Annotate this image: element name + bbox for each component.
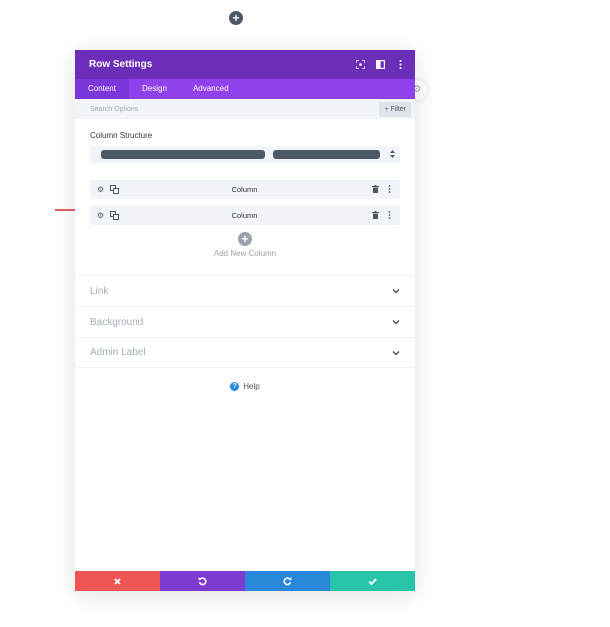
settings-tabs: Content Design Advanced <box>75 79 415 99</box>
more-vertical-icon[interactable] <box>385 211 394 220</box>
accordion-link[interactable]: Link <box>75 275 415 306</box>
cancel-button[interactable] <box>75 571 160 591</box>
filter-button[interactable]: + Filter <box>379 101 411 117</box>
close-icon <box>114 577 121 585</box>
column-item[interactable]: ⚙ Column <box>90 180 400 199</box>
search-bar: Search Options + Filter <box>75 99 415 119</box>
accordion-label: Admin Label <box>90 347 146 358</box>
column-label: Column <box>231 185 258 194</box>
column-label: Column <box>231 211 258 220</box>
column-bar-2 <box>273 150 380 159</box>
tab-advanced[interactable]: Advanced <box>180 79 242 99</box>
row-settings-modal: Row Settings Content Design Advanced Sea… <box>75 50 415 591</box>
duplicate-icon[interactable] <box>110 211 119 220</box>
modal-title: Row Settings <box>89 59 153 70</box>
settings-accordion: Link Background Admin Label <box>75 275 415 368</box>
save-button[interactable] <box>330 571 415 591</box>
add-new-column[interactable]: + Add New Column <box>90 232 400 258</box>
accordion-label: Link <box>90 285 109 297</box>
accordion-background[interactable]: Background <box>75 306 415 337</box>
search-options-input[interactable]: Search Options <box>90 106 138 113</box>
column-structure-label: Column Structure <box>90 131 153 140</box>
accordion-admin-label[interactable]: Admin Label <box>75 337 415 368</box>
help-label[interactable]: Help <box>243 382 259 391</box>
modal-footer <box>75 571 415 591</box>
plus-icon[interactable]: + <box>238 232 252 246</box>
expand-icon[interactable] <box>355 60 365 70</box>
undo-button[interactable] <box>160 571 245 591</box>
more-vertical-icon[interactable] <box>395 60 405 70</box>
column-item[interactable]: ⚙ Column <box>90 206 400 225</box>
sidebar-layout-icon[interactable] <box>375 60 385 70</box>
redo-icon <box>283 576 292 585</box>
duplicate-icon[interactable] <box>110 185 119 194</box>
column-structure-select[interactable] <box>90 146 400 163</box>
help-link[interactable]: ? Help <box>75 382 415 391</box>
column-structure-section: Column Structure <box>75 119 415 163</box>
select-arrows-icon <box>390 149 395 160</box>
column-bar-1 <box>101 150 266 159</box>
tab-content[interactable]: Content <box>75 79 130 99</box>
tab-design[interactable]: Design <box>129 79 180 99</box>
chevron-down-icon <box>392 288 400 294</box>
add-new-column-label[interactable]: Add New Column <box>90 249 400 258</box>
undo-icon <box>198 576 207 585</box>
check-icon <box>368 577 377 585</box>
modal-header: Row Settings <box>75 50 415 79</box>
gear-icon[interactable]: ⚙ <box>96 211 105 220</box>
help-icon: ? <box>230 382 240 391</box>
add-row-icon[interactable]: + <box>229 11 243 25</box>
redo-button[interactable] <box>245 571 330 591</box>
accordion-label: Background <box>90 316 144 328</box>
trash-icon[interactable] <box>371 211 380 220</box>
chevron-down-icon <box>392 350 400 356</box>
chevron-down-icon <box>392 319 400 325</box>
gear-icon[interactable]: ⚙ <box>96 185 105 194</box>
more-vertical-icon[interactable] <box>385 185 394 194</box>
trash-icon[interactable] <box>371 185 380 194</box>
columns-list: ⚙ Column ⚙ Column + Add New Column <box>75 180 415 258</box>
